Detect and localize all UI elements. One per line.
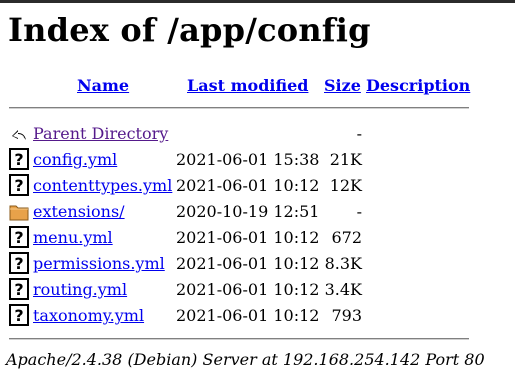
sort-by-last-modified-link[interactable]: Last modified (187, 76, 308, 95)
file-size: 793 (331, 306, 362, 325)
server-signature: Apache/2.4.38 (Debian) Server at 192.168… (6, 350, 485, 369)
unknown-file-icon: ? (9, 304, 29, 326)
modified-date: 2021-06-01 10:12 (176, 254, 320, 273)
unknown-file-icon: ? (9, 148, 29, 170)
modified-date: 2020-10-19 12:51 (176, 202, 320, 221)
table-row: Parent Directory - (0, 122, 515, 148)
unknown-file-icon: ? (9, 278, 29, 300)
table-row: ? permissions.yml 2021-06-01 10:12 8.3K (0, 252, 515, 278)
file-link[interactable]: routing.yml (33, 280, 127, 299)
svg-text:?: ? (14, 254, 23, 273)
modified-date: 2021-06-01 10:12 (176, 176, 320, 195)
table-row: ? menu.yml 2021-06-01 10:12 672 (0, 226, 515, 252)
file-size: 3.4K (324, 280, 362, 299)
svg-text:?: ? (14, 228, 23, 247)
modified-date: 2021-06-01 10:12 (176, 306, 320, 325)
window-top-border (0, 0, 515, 3)
svg-text:?: ? (14, 280, 23, 299)
file-size: - (356, 124, 362, 143)
page-title: Index of /app/config (8, 11, 371, 49)
svg-text:?: ? (14, 306, 23, 325)
unknown-file-icon: ? (9, 252, 29, 274)
footer-divider (9, 338, 469, 340)
table-row: ? contenttypes.yml 2021-06-01 10:12 12K (0, 174, 515, 200)
modified-date: 2021-06-01 10:12 (176, 228, 320, 247)
sort-by-description-link[interactable]: Description (366, 76, 470, 95)
table-row: extensions/ 2020-10-19 12:51 - (0, 200, 515, 226)
unknown-file-icon: ? (9, 226, 29, 248)
file-link[interactable]: contenttypes.yml (33, 176, 172, 195)
file-link[interactable]: config.yml (33, 150, 117, 169)
svg-text:?: ? (14, 150, 23, 169)
file-size: 21K (329, 150, 362, 169)
table-row: ? taxonomy.yml 2021-06-01 10:12 793 (0, 304, 515, 330)
file-size: - (356, 202, 362, 221)
file-link[interactable]: permissions.yml (33, 254, 165, 273)
modified-date: 2021-06-01 10:12 (176, 280, 320, 299)
sort-by-name-link[interactable]: Name (77, 76, 129, 95)
file-link[interactable]: menu.yml (33, 228, 113, 247)
back-arrow-icon (12, 130, 26, 140)
svg-text:?: ? (14, 176, 23, 195)
file-size: 672 (331, 228, 362, 247)
file-link[interactable]: Parent Directory (33, 124, 168, 143)
table-row: ? routing.yml 2021-06-01 10:12 3.4K (0, 278, 515, 304)
table-row: ? config.yml 2021-06-01 15:38 21K (0, 148, 515, 174)
file-size: 12K (329, 176, 362, 195)
file-size: 8.3K (324, 254, 362, 273)
header-divider (9, 107, 469, 109)
unknown-file-icon: ? (9, 174, 29, 196)
folder-icon (9, 205, 29, 221)
modified-date: 2021-06-01 15:38 (176, 150, 320, 169)
file-link[interactable]: taxonomy.yml (33, 306, 144, 325)
folder-link[interactable]: extensions/ (33, 202, 125, 221)
sort-by-size-link[interactable]: Size (324, 76, 361, 95)
